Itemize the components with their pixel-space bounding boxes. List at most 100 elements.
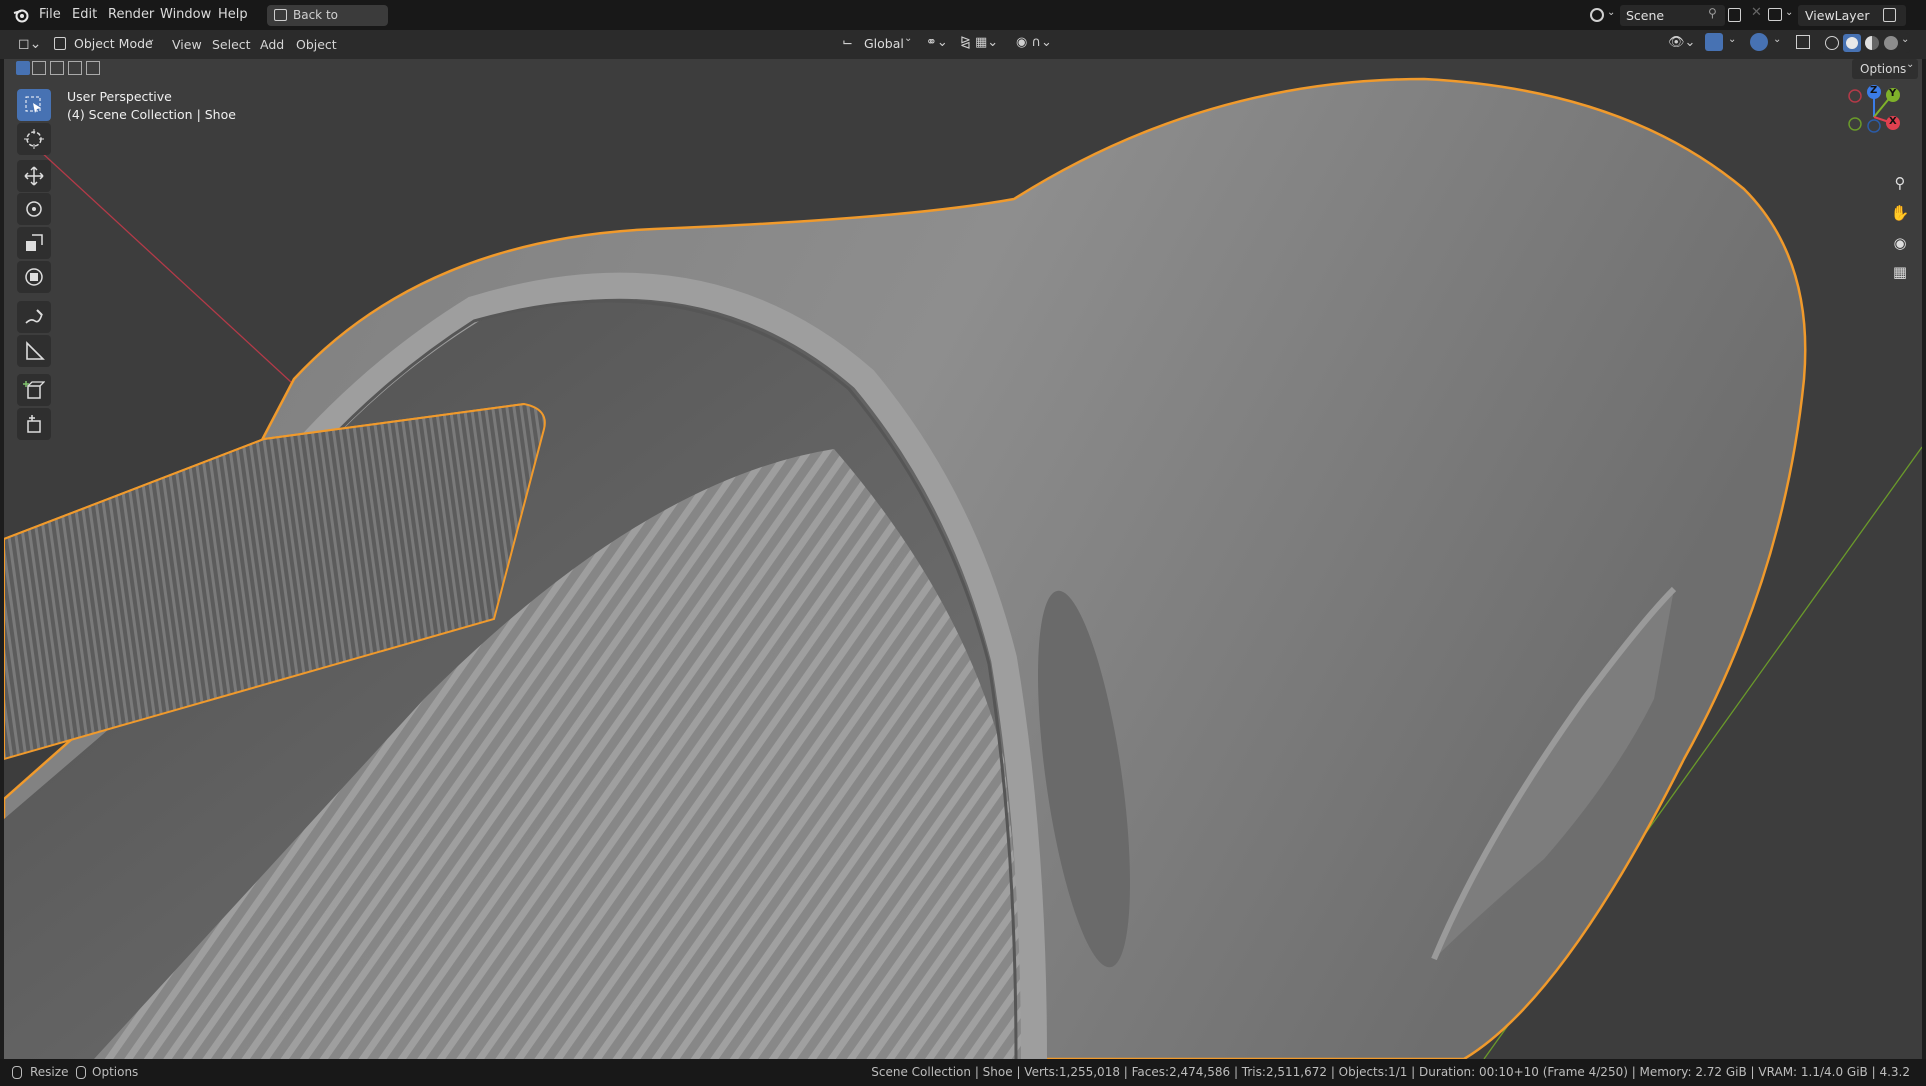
shading-mode-group: ⌄ — [1820, 33, 1910, 53]
viewlayer-icon — [1768, 8, 1782, 21]
editor-type-icon[interactable]: ◻⌄ — [18, 36, 41, 52]
extrude-icon — [27, 415, 41, 433]
annotate-icon — [25, 309, 43, 324]
snap-icon[interactable]: ⧎ ▦⌄ — [960, 35, 998, 50]
xray-icon[interactable] — [1796, 35, 1810, 49]
zoom-icon: ⚲ — [1894, 174, 1906, 192]
select-new-icon[interactable] — [16, 61, 30, 75]
object-mode-dropdown[interactable]: Object Mode ⌄ — [52, 34, 158, 54]
scene-selector[interactable]: ⌄ Scene ⚲ — [1587, 5, 1747, 26]
close-icon[interactable]: ✕ — [1751, 5, 1762, 20]
gizmo-z-label: Z — [1870, 85, 1878, 96]
copy-icon[interactable] — [1728, 8, 1741, 22]
move-icon — [24, 166, 44, 186]
camera-view-button[interactable]: ◉ — [1886, 230, 1914, 256]
gizmo-icon[interactable] — [1705, 33, 1723, 51]
status-bar: Resize Options Scene Collection | Shoe |… — [0, 1059, 1926, 1086]
menu-render[interactable]: Render — [108, 7, 154, 22]
material-shading-icon[interactable] — [1865, 36, 1879, 50]
cursor-icon — [24, 129, 44, 149]
select-invert-icon[interactable] — [68, 61, 82, 75]
scale-tool[interactable] — [17, 227, 51, 259]
gizmo-y-label: Y — [1889, 88, 1897, 99]
back-icon — [274, 9, 287, 21]
pin-icon[interactable]: ⚲ — [1708, 6, 1717, 20]
transform-pivot-icon[interactable]: ⚭⌄ — [926, 35, 948, 50]
select-subtract-icon[interactable] — [50, 61, 64, 75]
rendered-shading-icon[interactable] — [1884, 36, 1898, 50]
menu-edit[interactable]: Edit — [72, 7, 97, 22]
zoom-button[interactable]: ⚲ — [1886, 170, 1914, 196]
pan-hand-icon: ✋ — [1890, 204, 1910, 222]
status-info: Scene Collection | Shoe | Verts:1,255,01… — [871, 1065, 1910, 1079]
options-button[interactable]: Options ⌄ — [1852, 59, 1918, 79]
viewlayer-name[interactable]: ViewLayer — [1805, 8, 1870, 23]
measure-icon — [26, 341, 45, 360]
navigation-gizmo[interactable]: Z Y X — [1840, 81, 1910, 141]
copy-icon[interactable] — [1883, 8, 1896, 22]
grid-icon: ▦ — [1892, 263, 1908, 281]
3d-viewport[interactable]: User Perspective (4) Scene Collection | … — [4, 59, 1922, 1059]
perspective-label: User Perspective — [67, 89, 172, 104]
chevron-down-icon: ⌄ — [1906, 59, 1915, 70]
chevron-down-icon[interactable]: ⌄ — [1773, 34, 1781, 45]
status-options-label: Options — [92, 1065, 139, 1079]
rotate-tool[interactable] — [17, 193, 51, 225]
camera-icon: ◉ — [1893, 234, 1907, 252]
menu-select[interactable]: Select — [212, 37, 251, 52]
top-bar: File Edit Render Window Help Back to Pre… — [0, 0, 1926, 43]
chevron-down-icon[interactable]: ⌄ — [1728, 34, 1736, 45]
visibility-icon[interactable]: 👁⌄ — [1668, 35, 1695, 50]
scene-icon — [1590, 8, 1604, 22]
scene-name[interactable]: Scene — [1626, 8, 1664, 23]
select-box-tool[interactable] — [17, 89, 51, 121]
collection-label: (4) Scene Collection | Shoe — [67, 107, 236, 122]
rotate-icon — [26, 201, 42, 217]
transform-icon — [25, 268, 43, 286]
move-tool[interactable] — [17, 160, 51, 192]
viewlayer-selector[interactable]: ⌄ ViewLayer — [1766, 5, 1926, 26]
menu-add[interactable]: Add — [260, 37, 284, 52]
transform-pivot-icon: ⌙ — [842, 35, 853, 50]
gizmo-x-label: X — [1889, 116, 1897, 127]
chevron-down-icon: ⌄ — [904, 33, 913, 44]
cursor-tool[interactable] — [17, 123, 51, 155]
wireframe-shading-icon[interactable] — [1825, 36, 1839, 50]
viewport-scene — [4, 77, 1922, 1059]
transform-tool[interactable] — [17, 261, 51, 293]
menu-view[interactable]: View — [172, 37, 202, 52]
selection-mode-group — [12, 59, 112, 77]
chevron-down-icon: ⌄ — [1607, 7, 1616, 18]
transform-orientation-label: Global — [864, 36, 904, 51]
menu-window[interactable]: Window — [160, 7, 211, 22]
overlay-icon[interactable] — [1750, 33, 1768, 51]
menu-object[interactable]: Object — [296, 37, 337, 52]
status-resize-label: Resize — [30, 1065, 69, 1079]
object-mode-label: Object Mode — [74, 36, 153, 51]
add-cube-icon — [23, 381, 45, 399]
ortho-toggle-button[interactable]: ▦ — [1886, 259, 1914, 285]
scale-icon — [26, 234, 43, 251]
add-cube-tool[interactable] — [17, 374, 51, 406]
chevron-down-icon: ⌄ — [1785, 7, 1794, 18]
options-label: Options — [1860, 62, 1907, 76]
select-intersect-icon[interactable] — [86, 61, 100, 75]
chevron-down-icon[interactable]: ⌄ — [1901, 34, 1909, 45]
transform-orientation-dropdown[interactable]: ⌙ Global ⌄ — [840, 33, 920, 53]
back-to-previous-button[interactable]: Back to Previous — [267, 5, 388, 43]
chevron-down-icon: ⌄ — [147, 34, 156, 45]
extrude-tool[interactable] — [17, 408, 51, 440]
mouse-icon — [76, 1066, 86, 1079]
blender-icon[interactable] — [12, 6, 30, 24]
select-box-icon — [25, 96, 41, 113]
object-mode-icon — [54, 37, 66, 50]
proportional-icon[interactable]: ◉ ∩⌄ — [1016, 35, 1052, 50]
annotate-tool[interactable] — [17, 301, 51, 333]
pan-button[interactable]: ✋ — [1886, 200, 1914, 226]
menu-file[interactable]: File — [39, 7, 61, 22]
select-extend-icon[interactable] — [32, 61, 46, 75]
mouse-icon — [12, 1066, 22, 1079]
solid-shading-icon[interactable] — [1843, 34, 1861, 52]
measure-tool[interactable] — [17, 335, 51, 367]
menu-help[interactable]: Help — [218, 7, 248, 22]
